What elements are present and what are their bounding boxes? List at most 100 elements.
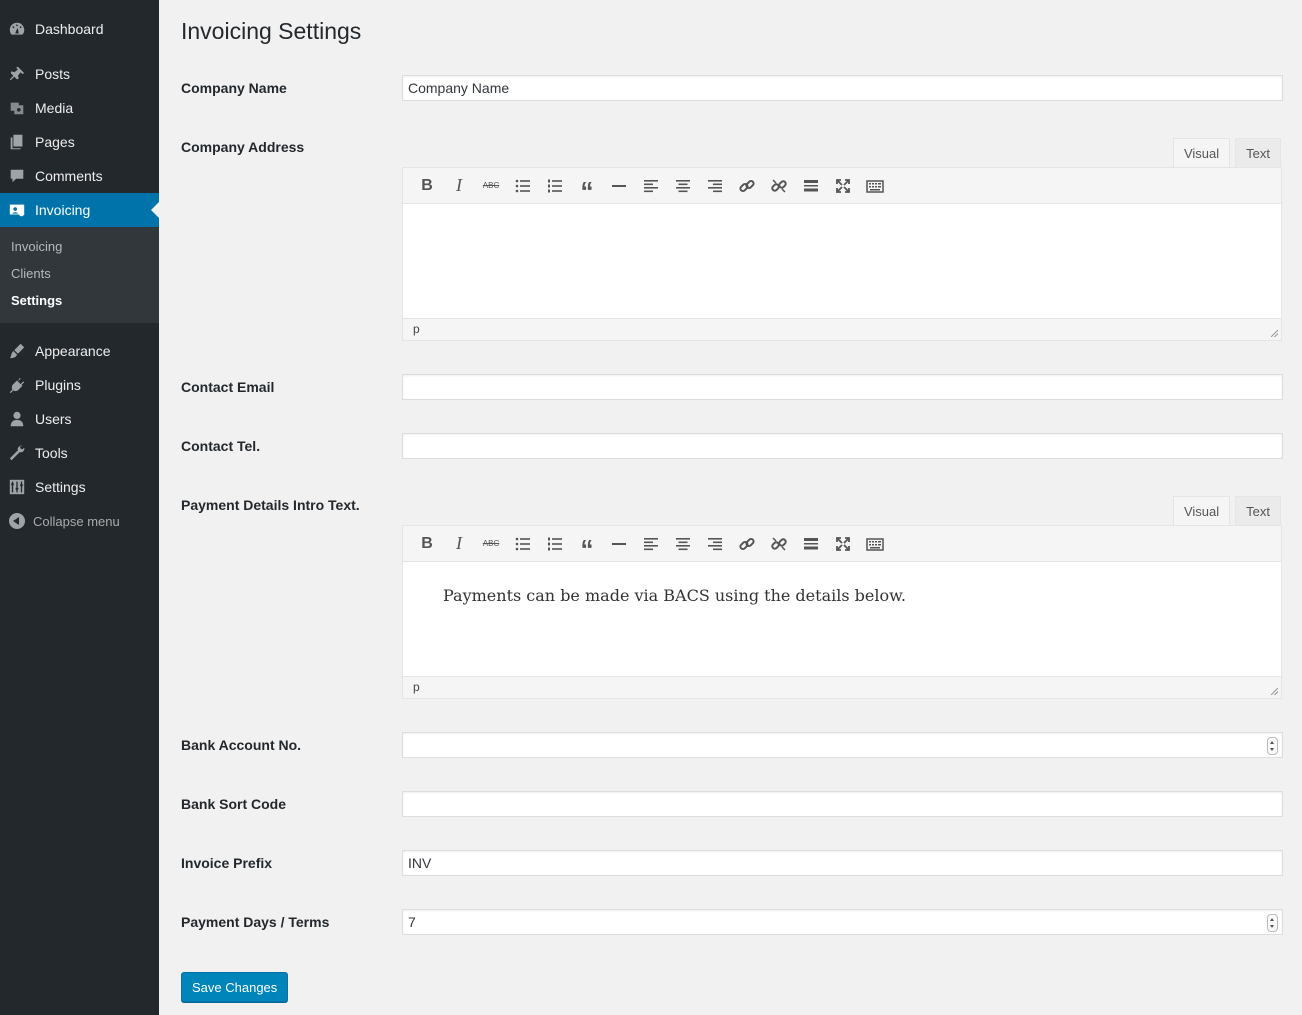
read-more-button[interactable] — [795, 530, 827, 558]
submenu-item-clients[interactable]: Clients — [11, 266, 51, 281]
italic-button[interactable]: I — [443, 172, 475, 200]
payment-days-input[interactable]: 7 — [402, 909, 1283, 935]
bold-button[interactable]: B — [411, 172, 443, 200]
pages-icon — [0, 125, 34, 159]
sidebar-item-label: Appearance — [35, 343, 111, 359]
toolbar-toggle-button[interactable] — [859, 172, 891, 200]
bank-account-input[interactable] — [402, 732, 1283, 758]
save-changes-button[interactable]: Save Changes — [181, 972, 289, 1002]
link-icon — [739, 179, 755, 192]
align-right-button[interactable] — [699, 172, 731, 200]
remove-link-button[interactable] — [763, 530, 795, 558]
italic-icon: I — [456, 175, 462, 195]
sidebar-item-users[interactable]: Users — [0, 402, 159, 436]
sidebar-item-invoicing[interactable]: Invoicing — [0, 193, 159, 227]
tab-visual[interactable]: Visual — [1172, 138, 1231, 167]
fullscreen-icon — [836, 536, 850, 551]
tab-text[interactable]: Text — [1235, 496, 1281, 525]
align-right-icon — [708, 179, 722, 192]
blockquote-button[interactable]: “ — [571, 172, 603, 206]
align-left-button[interactable] — [635, 172, 667, 200]
element-path[interactable]: p — [413, 680, 420, 694]
invoice-prefix-input[interactable]: INV — [402, 850, 1283, 876]
align-center-button[interactable] — [667, 172, 699, 200]
toolbar-toggle-button[interactable] — [859, 530, 891, 558]
strikethrough-button[interactable]: ABC — [475, 172, 507, 200]
fullscreen-button[interactable] — [827, 172, 859, 200]
read-more-button[interactable] — [795, 172, 827, 200]
numbered-list-icon — [548, 537, 562, 550]
bold-button[interactable]: B — [411, 530, 443, 558]
numbered-list-button[interactable] — [539, 530, 571, 558]
align-left-icon — [644, 179, 658, 192]
bullet-list-icon — [515, 537, 530, 550]
tab-text[interactable]: Text — [1235, 138, 1281, 167]
sidebar-item-pages[interactable]: Pages — [0, 125, 159, 159]
read-more-icon — [804, 537, 818, 549]
insert-link-button[interactable] — [731, 172, 763, 200]
bank-sort-code-label: Bank Sort Code — [181, 796, 287, 812]
sidebar-item-tools[interactable]: Tools — [0, 436, 159, 470]
admin-sidebar: Dashboard Posts Media Pages Comments Inv… — [0, 0, 159, 1015]
italic-button[interactable]: I — [443, 530, 475, 558]
company-name-input[interactable]: Company Name — [402, 75, 1283, 101]
bullet-list-button[interactable] — [507, 172, 539, 200]
editor-paragraph: Payments can be made via BACS using the … — [443, 586, 906, 605]
fullscreen-icon — [836, 178, 850, 193]
editor-tabs: Visual Text — [1168, 138, 1281, 167]
resize-handle[interactable] — [1271, 330, 1278, 337]
align-right-button[interactable] — [699, 530, 731, 558]
resize-handle[interactable] — [1271, 688, 1278, 695]
collapse-arrow-icon — [9, 513, 25, 529]
dashboard-icon — [0, 12, 34, 46]
number-spinner[interactable] — [1267, 914, 1278, 932]
horizontal-line-icon — [612, 184, 626, 187]
company-name-label: Company Name — [181, 80, 287, 96]
align-center-button[interactable] — [667, 530, 699, 558]
link-icon — [739, 537, 755, 550]
horizontal-line-button[interactable] — [603, 172, 635, 200]
strikethrough-icon: ABC — [482, 181, 500, 190]
element-path[interactable]: p — [413, 322, 420, 336]
sidebar-item-label: Tools — [35, 445, 68, 461]
fullscreen-button[interactable] — [827, 530, 859, 558]
submenu-item-invoicing[interactable]: Invoicing — [11, 239, 62, 254]
tab-visual[interactable]: Visual — [1172, 496, 1231, 525]
numbered-list-button[interactable] — [539, 172, 571, 200]
sidebar-item-label: Pages — [35, 134, 75, 150]
number-spinner[interactable] — [1267, 737, 1278, 755]
submenu-item-settings[interactable]: Settings — [11, 293, 62, 308]
blockquote-button[interactable]: “ — [571, 530, 603, 562]
sidebar-item-posts[interactable]: Posts — [0, 57, 159, 91]
strikethrough-button[interactable]: ABC — [475, 530, 507, 558]
bank-sort-code-input[interactable] — [402, 791, 1283, 817]
contact-email-input[interactable] — [402, 374, 1283, 400]
editor-box: B I ABC “ Payments can be made via BACS … — [402, 525, 1282, 699]
insert-link-button[interactable] — [731, 530, 763, 558]
sidebar-item-appearance[interactable]: Appearance — [0, 334, 159, 368]
bold-icon: B — [421, 534, 433, 552]
quote-icon: “ — [580, 175, 594, 206]
sidebar-item-comments[interactable]: Comments — [0, 159, 159, 193]
contact-tel-input[interactable] — [402, 433, 1283, 459]
sidebar-item-dashboard[interactable]: Dashboard — [0, 12, 159, 46]
company-address-content[interactable] — [403, 204, 1281, 318]
sidebar-item-label: Users — [35, 411, 72, 427]
horizontal-line-button[interactable] — [603, 530, 635, 558]
remove-link-button[interactable] — [763, 172, 795, 200]
invoice-prefix-value: INV — [408, 855, 432, 871]
payment-intro-content[interactable]: Payments can be made via BACS using the … — [403, 562, 1281, 676]
sidebar-item-settings[interactable]: Settings — [0, 470, 159, 504]
numbered-list-icon — [548, 179, 562, 192]
payment-days-label: Payment Days / Terms — [181, 914, 330, 930]
sidebar-item-label: Invoicing — [35, 202, 91, 218]
bank-account-label: Bank Account No. — [181, 737, 302, 753]
align-left-button[interactable] — [635, 530, 667, 558]
sidebar-item-media[interactable]: Media — [0, 91, 159, 125]
bullet-list-button[interactable] — [507, 530, 539, 558]
align-right-icon — [708, 537, 722, 550]
invoicing-submenu: Invoicing Clients Settings — [0, 227, 159, 323]
sidebar-item-plugins[interactable]: Plugins — [0, 368, 159, 402]
strikethrough-icon: ABC — [482, 539, 500, 548]
collapse-menu-button[interactable]: Collapse menu — [0, 508, 159, 534]
